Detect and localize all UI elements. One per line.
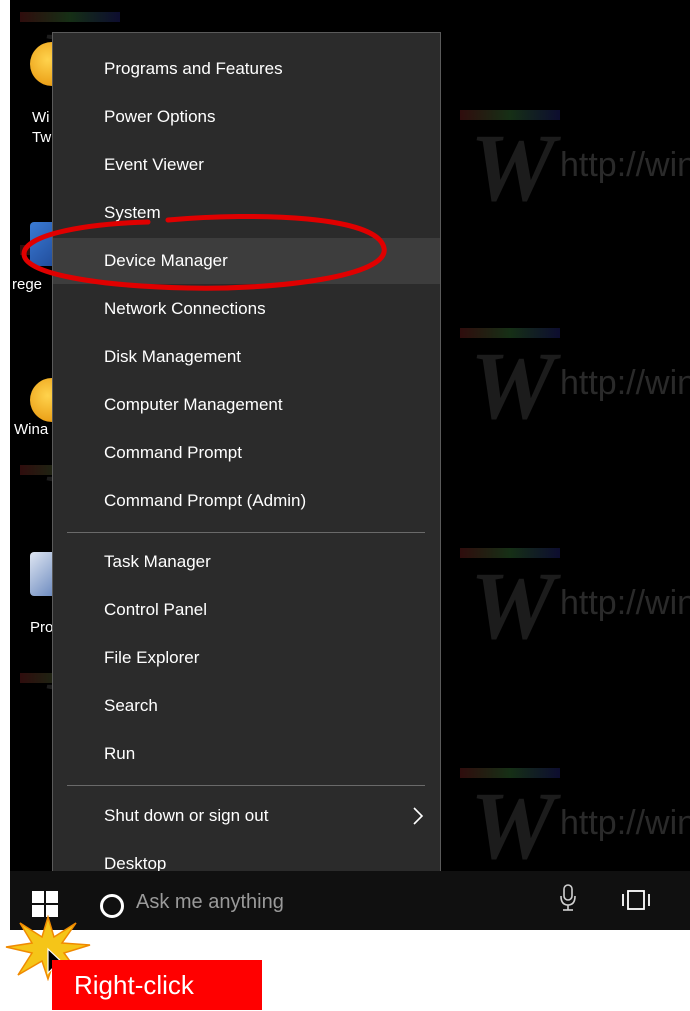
cortana-icon[interactable] bbox=[100, 894, 124, 918]
menu-item-run[interactable]: Run bbox=[53, 731, 440, 777]
menu-item-label: Search bbox=[104, 696, 158, 715]
menu-item-command-prompt-admin[interactable]: Command Prompt (Admin) bbox=[53, 478, 440, 524]
menu-item-label: File Explorer bbox=[104, 648, 200, 667]
callout-label: Right-click bbox=[74, 969, 194, 1000]
watermark-logo: W bbox=[470, 552, 556, 659]
menu-item-control-panel[interactable]: Control Panel bbox=[53, 587, 440, 633]
watermark-logo: W bbox=[470, 114, 556, 221]
chevron-right-icon bbox=[413, 807, 424, 825]
menu-item-label: Shut down or sign out bbox=[104, 806, 269, 825]
menu-item-task-manager[interactable]: Task Manager bbox=[53, 539, 440, 585]
menu-item-power-options[interactable]: Power Options bbox=[53, 94, 440, 140]
menu-item-label: Computer Management bbox=[104, 395, 283, 414]
watermark-text: http://winaero.com bbox=[560, 584, 690, 622]
menu-item-label: Run bbox=[104, 744, 136, 763]
menu-item-label: Disk Management bbox=[104, 347, 242, 366]
menu-item-search[interactable]: Search bbox=[53, 683, 440, 729]
watermark-text: http://winaero.com bbox=[560, 804, 690, 842]
search-placeholder: Ask me anything bbox=[136, 891, 284, 913]
menu-separator bbox=[67, 785, 425, 786]
menu-item-command-prompt[interactable]: Command Prompt bbox=[53, 430, 440, 476]
menu-item-event-viewer[interactable]: Event Viewer bbox=[53, 142, 440, 188]
right-click-callout: Right-click bbox=[52, 960, 262, 1010]
winx-context-menu: Programs and Features Power Options Even… bbox=[52, 32, 441, 888]
menu-item-programs-and-features[interactable]: Programs and Features bbox=[53, 46, 440, 92]
annotation-ellipse bbox=[21, 214, 387, 291]
watermark-text: http://winaero.com bbox=[560, 146, 690, 184]
microphone-icon[interactable] bbox=[558, 884, 578, 912]
windows-start-icon[interactable] bbox=[32, 891, 58, 917]
task-view-icon[interactable] bbox=[621, 888, 651, 912]
watermark-logo: W bbox=[470, 772, 556, 879]
menu-item-label: Command Prompt bbox=[104, 443, 242, 462]
menu-item-label: Control Panel bbox=[104, 600, 208, 619]
menu-item-shut-down-or-sign-out[interactable]: Shut down or sign out bbox=[53, 793, 440, 839]
menu-item-label: Power Options bbox=[104, 107, 216, 126]
watermark-text: http://winaero.com bbox=[560, 364, 690, 402]
menu-item-label: Event Viewer bbox=[104, 155, 204, 174]
menu-item-label: Task Manager bbox=[104, 552, 211, 571]
menu-item-computer-management[interactable]: Computer Management bbox=[53, 382, 440, 428]
menu-item-label: Network Connections bbox=[104, 299, 266, 318]
menu-item-file-explorer[interactable]: File Explorer bbox=[53, 635, 440, 681]
watermark-logo: W bbox=[470, 332, 556, 439]
menu-item-label: Command Prompt (Admin) bbox=[104, 491, 307, 510]
menu-item-disk-management[interactable]: Disk Management bbox=[53, 334, 440, 380]
menu-item-label: Programs and Features bbox=[104, 59, 283, 78]
menu-separator bbox=[67, 532, 425, 533]
desktop-shortcut-label: Pro bbox=[30, 619, 54, 636]
desktop-shortcut-label: Wina bbox=[14, 421, 49, 438]
